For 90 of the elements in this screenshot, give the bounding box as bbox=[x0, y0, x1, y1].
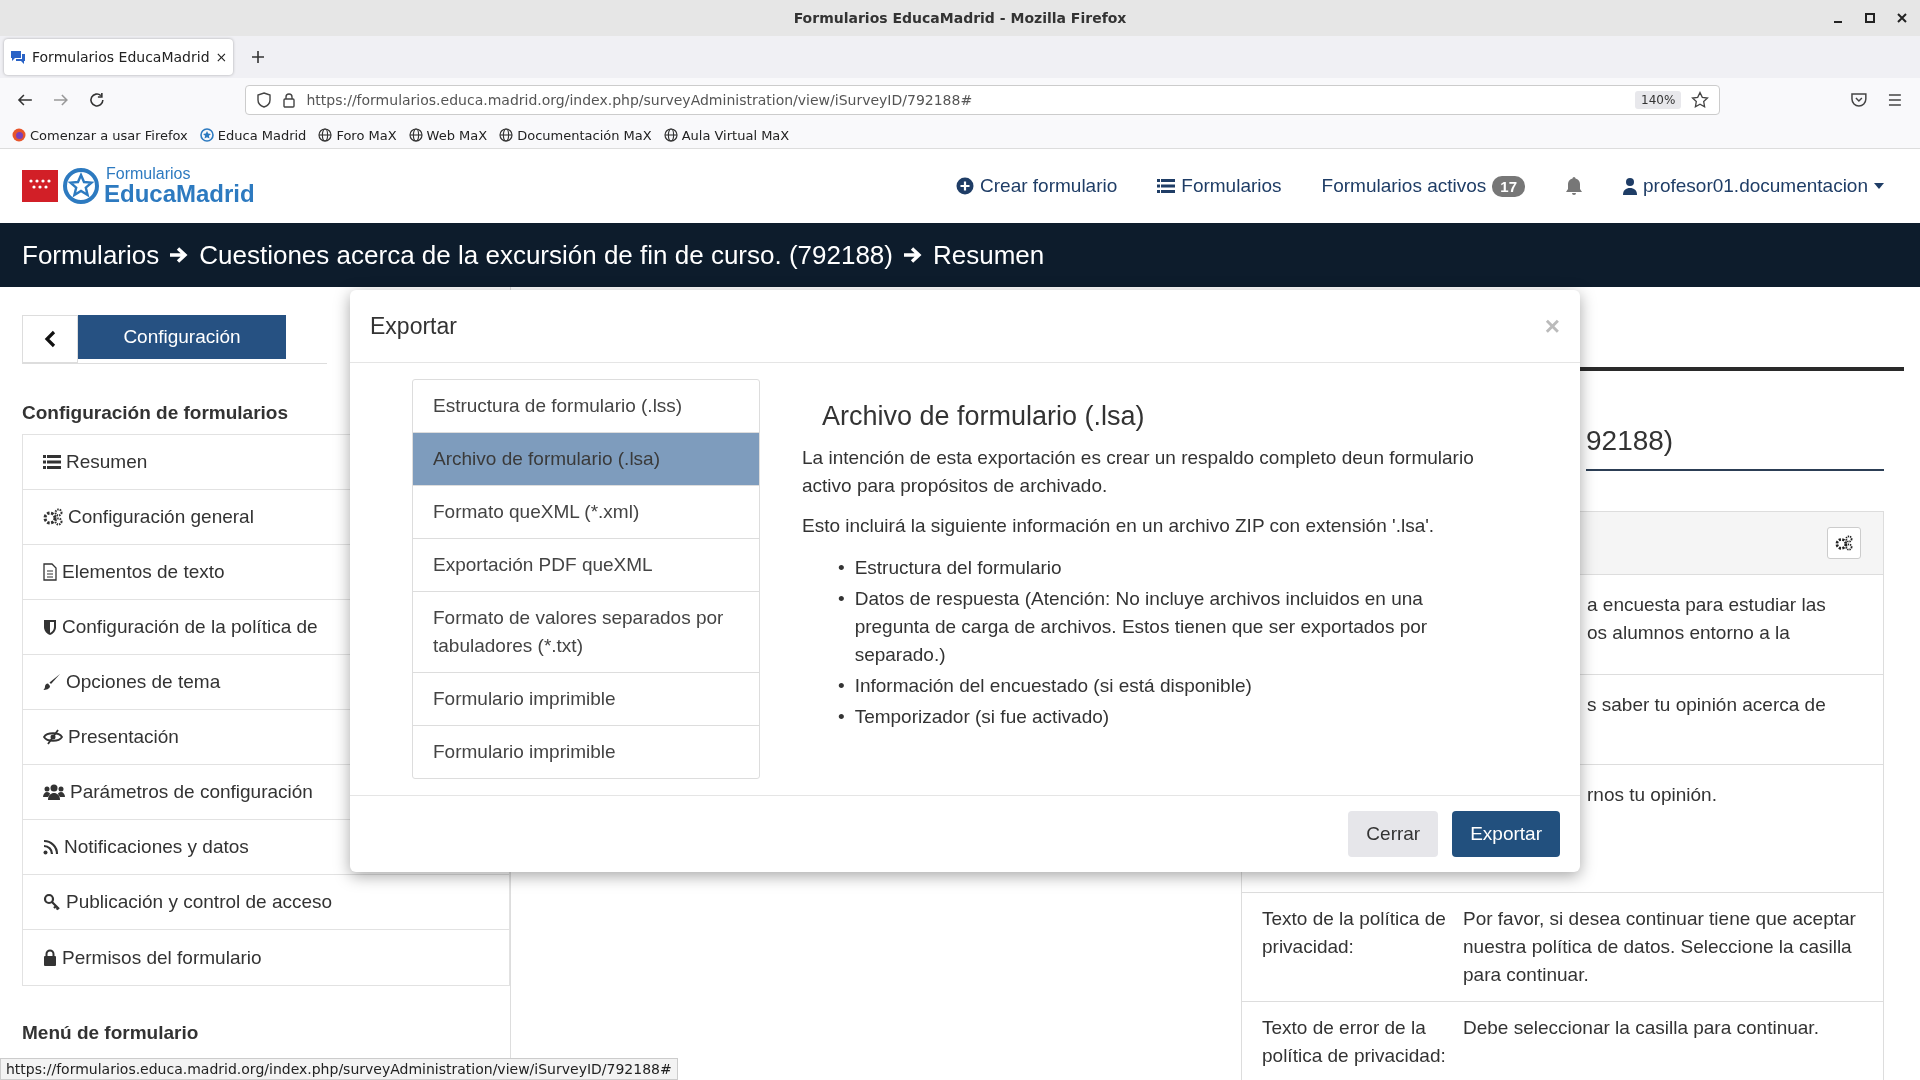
menu-item[interactable]: Publicación y control de acceso bbox=[23, 875, 509, 930]
settings-button[interactable] bbox=[1827, 527, 1861, 559]
globe-icon bbox=[318, 128, 333, 142]
document-icon bbox=[43, 563, 57, 581]
plus-circle-icon bbox=[956, 177, 975, 195]
nav-link[interactable]: Crear formulario bbox=[956, 175, 1118, 197]
breadcrumb-link[interactable]: Resumen bbox=[933, 239, 1045, 271]
nav-link[interactable]: Formularios activos 17 bbox=[1321, 175, 1525, 197]
users-icon bbox=[43, 783, 65, 801]
key-icon bbox=[43, 893, 61, 911]
person-icon bbox=[1623, 177, 1637, 195]
eye-slash-icon bbox=[43, 729, 63, 745]
export-option[interactable]: Formulario imprimible bbox=[413, 673, 759, 726]
export-option[interactable]: Exportación PDF queXML bbox=[413, 539, 759, 592]
gears-icon bbox=[1835, 535, 1853, 551]
bookmark-link[interactable]: Foro MaX bbox=[318, 127, 397, 143]
lock-icon bbox=[43, 949, 57, 966]
breadcrumb-link[interactable]: Cuestiones acerca de la excursión de fin de curso. (792188) bbox=[199, 239, 893, 271]
url-field[interactable]: https://formularios.educa.madrid.org/index.php/surveyAdministration/view/iSurveyID/792188# 140% bbox=[245, 85, 1721, 115]
reload-icon[interactable] bbox=[87, 91, 106, 109]
export-option[interactable]: Archivo de formulario (.lsa) bbox=[413, 433, 759, 486]
logo-title: EducaMadrid bbox=[104, 182, 255, 206]
dialog-title: Exportar bbox=[370, 312, 457, 340]
maximize-icon[interactable] bbox=[1864, 12, 1876, 24]
breadcrumb-link[interactable]: Formularios bbox=[22, 239, 160, 271]
list-item: • Temporizador (si fue activado) bbox=[838, 705, 1111, 729]
field-label: Texto de la política de privacidad: bbox=[1262, 907, 1447, 959]
arrow-right-icon bbox=[169, 246, 190, 264]
status-url: https://formularios.educa.madrid.org/index.php/surveyAdministration/view/iSurveyID/792188# bbox=[0, 1058, 678, 1080]
survey-title: 92188) bbox=[1586, 425, 1884, 471]
field-value: Debe seleccionar la casilla para continuar. bbox=[1463, 1016, 1820, 1040]
list-icon bbox=[1157, 178, 1176, 194]
list-item: • Datos de respuesta (Atención: No incluye archivos incluidos en una pregunta de carga de archivos. Estos tienen que ser exportados por separado.) bbox=[838, 587, 1429, 667]
shield-icon bbox=[43, 618, 57, 636]
section-heading: Menú de formulario bbox=[22, 1022, 199, 1044]
bookmark-link[interactable]: Documentación MaX bbox=[499, 127, 652, 143]
table-cell-text: os alumnos entorno a la bbox=[1587, 621, 1791, 645]
shield-icon bbox=[256, 92, 273, 108]
browser-tab[interactable]: Formularios EducaMadrid × bbox=[4, 39, 234, 75]
globe-icon bbox=[408, 128, 423, 142]
bookmark-link[interactable]: Comenzar a usar Firefox bbox=[12, 127, 188, 143]
field-value: Por favor, si desea continuar tiene que aceptar nuestra política de datos. Seleccione la casilla para continuar. bbox=[1463, 907, 1857, 987]
export-button[interactable]: Exportar bbox=[1452, 811, 1560, 857]
nav-link[interactable]: Formularios bbox=[1157, 175, 1282, 197]
tab-close-button[interactable]: × bbox=[215, 49, 228, 65]
bell-icon[interactable] bbox=[1565, 176, 1583, 196]
export-option[interactable]: Formato de valores separados por tabuladores (*.txt) bbox=[413, 592, 759, 673]
brush-icon bbox=[43, 673, 61, 691]
bookmark-link[interactable]: Aula Virtual MaX bbox=[663, 127, 790, 143]
export-option[interactable]: Formato queXML (*.xml) bbox=[413, 486, 759, 539]
menu-item[interactable]: Permisos del formulario bbox=[23, 930, 509, 985]
section-heading: Configuración de formularios bbox=[22, 402, 289, 424]
zoom-badge[interactable]: 140% bbox=[1635, 91, 1682, 109]
star-icon[interactable] bbox=[1691, 91, 1710, 109]
description-text: Esto incluirá la siguiente información en un archivo ZIP con extensión '.lsa'. bbox=[802, 514, 1436, 538]
globe-icon bbox=[663, 128, 678, 142]
rss-icon bbox=[43, 839, 59, 855]
chevron-left-icon bbox=[44, 330, 56, 348]
list-item: • Información del encuestado (si está disponible) bbox=[838, 674, 1253, 698]
flag-icon bbox=[22, 170, 58, 202]
star-badge-icon bbox=[199, 128, 214, 142]
list-item: • Estructura del formulario bbox=[838, 556, 1063, 580]
globe-icon bbox=[499, 128, 514, 142]
table-cell-text: rnos tu opinión. bbox=[1587, 783, 1718, 807]
close-dialog-button[interactable]: Cerrar bbox=[1348, 811, 1439, 857]
pocket-icon[interactable] bbox=[1850, 91, 1869, 109]
bookmark-link[interactable]: Educa Madrid bbox=[199, 127, 307, 143]
configuration-tab[interactable]: Configuración bbox=[78, 315, 286, 359]
gears-icon bbox=[43, 508, 63, 526]
list-icon bbox=[43, 454, 61, 470]
description-text: La intención de esta exportación es crear un respaldo completo deun formulario activo para propósitos de archivado. bbox=[802, 446, 1475, 498]
table-cell-text: s saber tu opinión acerca de bbox=[1587, 693, 1827, 717]
star-badge-icon bbox=[62, 167, 100, 205]
close-icon[interactable] bbox=[1896, 12, 1908, 24]
window-title: Formularios EducaMadrid - Mozilla Firefox bbox=[793, 10, 1127, 26]
logo-subtitle: Formularios bbox=[106, 166, 192, 182]
count-badge: 17 bbox=[1492, 175, 1525, 197]
lock-icon bbox=[282, 92, 297, 108]
field-label: Texto de error de la política de privacidad: bbox=[1262, 1016, 1447, 1068]
caret-icon bbox=[1874, 183, 1884, 189]
firefox-icon bbox=[12, 128, 26, 142]
menu-icon[interactable] bbox=[1886, 91, 1904, 109]
back-button[interactable] bbox=[22, 315, 78, 363]
user-menu[interactable]: profesor01.documentacion bbox=[1623, 175, 1884, 197]
plus-icon[interactable] bbox=[251, 50, 266, 64]
bookmark-link[interactable]: Web MaX bbox=[408, 127, 488, 143]
table-cell-text: a encuesta para estudiar las bbox=[1587, 593, 1827, 617]
chat-icon bbox=[10, 49, 26, 65]
detail-heading: Archivo de formulario (.lsa) bbox=[822, 401, 1146, 432]
arrow-right-icon bbox=[903, 246, 923, 264]
